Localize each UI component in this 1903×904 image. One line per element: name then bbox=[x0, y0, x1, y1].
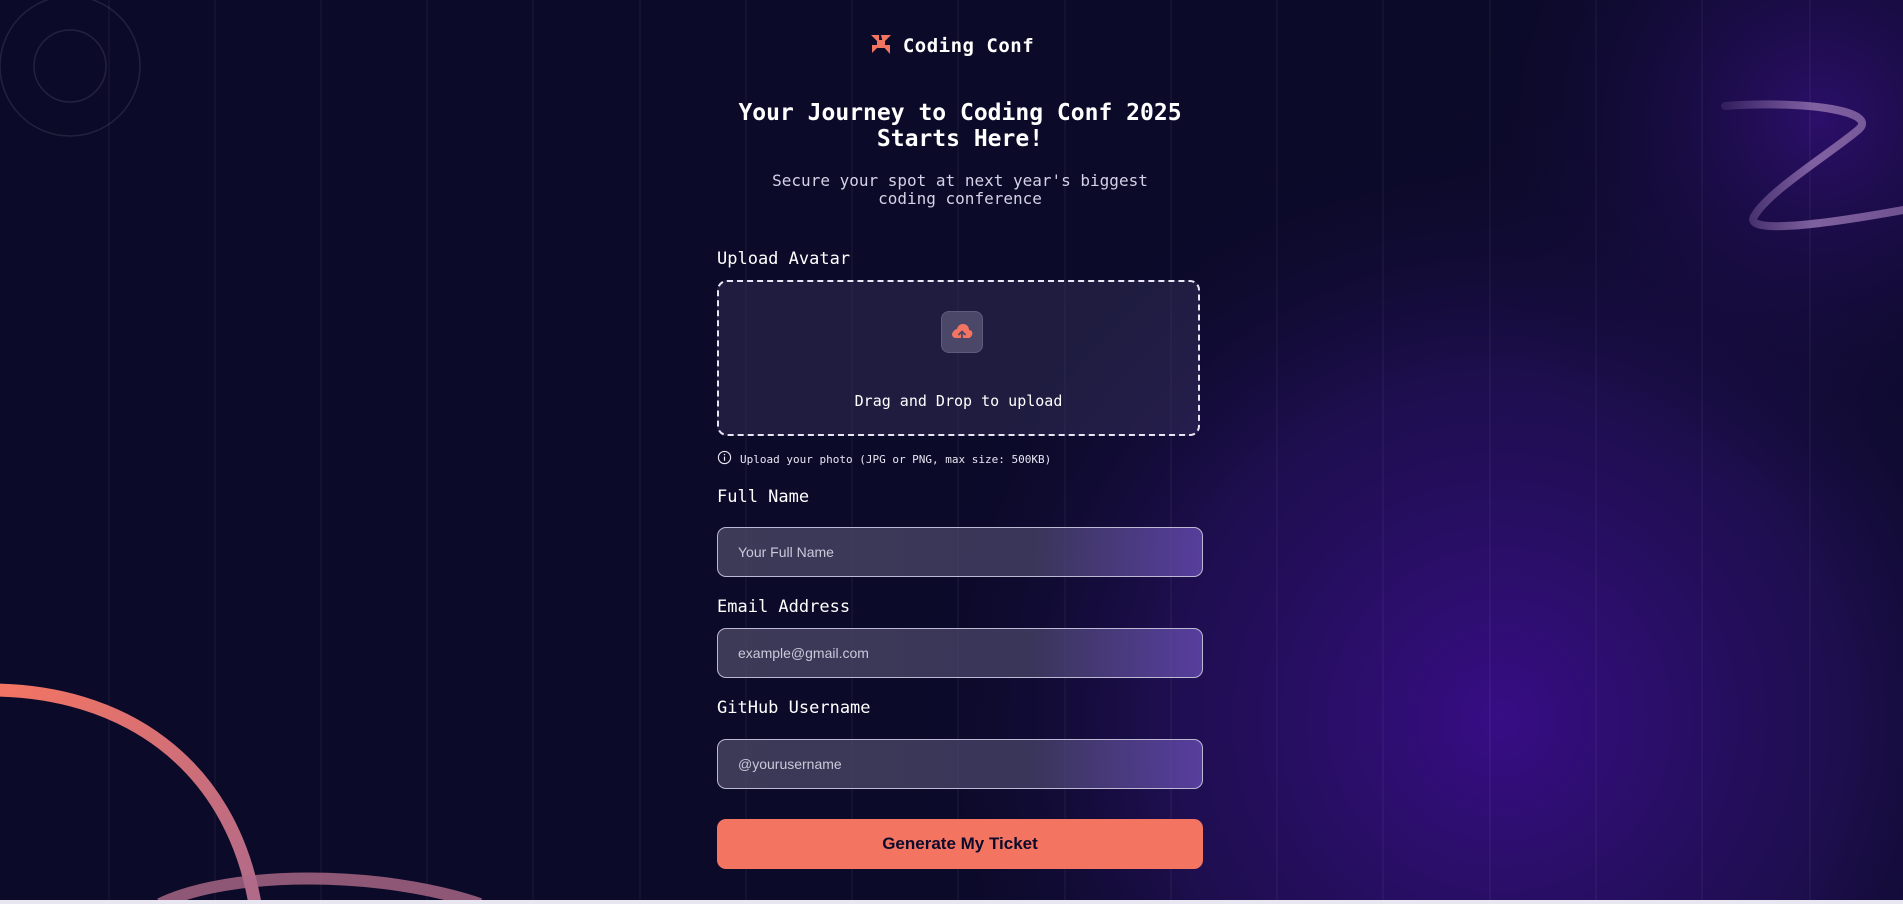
logo-icon bbox=[869, 32, 893, 60]
info-icon bbox=[717, 450, 732, 468]
full-name-input[interactable] bbox=[717, 527, 1203, 577]
full-name-label: Full Name bbox=[717, 487, 810, 507]
avatar-hint: Upload your photo (JPG or PNG, max size:… bbox=[717, 450, 1051, 468]
page-subtitle: Secure your spot at next year's biggest … bbox=[772, 171, 1148, 208]
email-input[interactable] bbox=[717, 628, 1203, 678]
avatar-dropzone[interactable]: Drag and Drop to upload bbox=[717, 280, 1200, 436]
generate-ticket-button[interactable]: Generate My Ticket bbox=[717, 819, 1203, 869]
upload-cloud-icon bbox=[941, 311, 983, 353]
github-username-input[interactable] bbox=[717, 739, 1203, 789]
avatar-hint-text: Upload your photo (JPG or PNG, max size:… bbox=[740, 452, 1052, 466]
github-label: GitHub Username bbox=[717, 698, 871, 718]
avatar-label: Upload Avatar bbox=[717, 249, 851, 269]
email-label: Email Address bbox=[717, 597, 851, 617]
page-title: Your Journey to Coding Conf 2025 Starts … bbox=[738, 100, 1182, 152]
ticket-form-page: Coding Conf Your Journey to Coding Conf … bbox=[0, 0, 1903, 904]
dropzone-text: Drag and Drop to upload bbox=[854, 392, 1063, 410]
brand-logo: Coding Conf bbox=[0, 32, 1903, 60]
brand-name: Coding Conf bbox=[902, 35, 1035, 57]
